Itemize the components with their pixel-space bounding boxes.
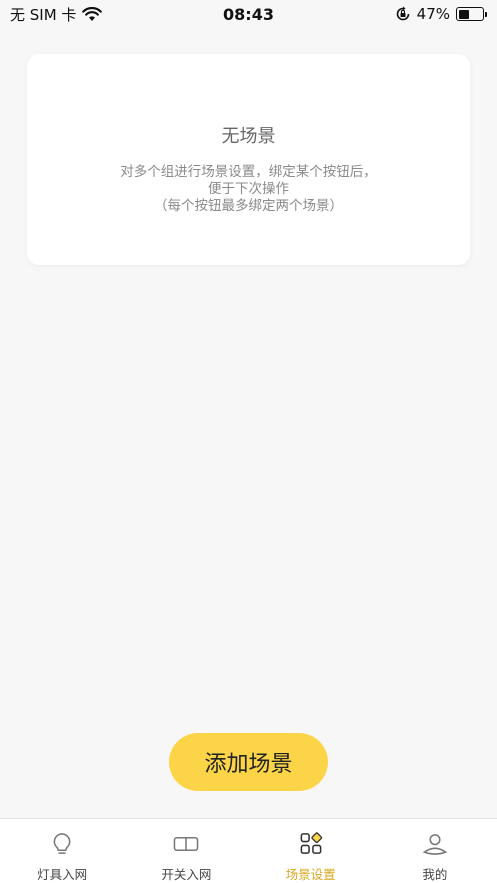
- lightbulb-icon: [53, 833, 71, 854]
- switch-icon: [174, 836, 199, 851]
- empty-state-title: 无场景: [221, 126, 276, 147]
- status-left: 无 SIM 卡: [10, 4, 103, 25]
- empty-state-card: 无场景 对多个组进行场景设置，绑定某个按钮后， 便于下次操作 （每个按钮最多绑定…: [27, 54, 470, 265]
- status-bar: 无 SIM 卡 08:43 47%: [0, 0, 497, 28]
- tab-label: 场景设置: [285, 867, 336, 882]
- user-icon: [422, 834, 448, 855]
- rotation-lock-icon: [396, 6, 409, 21]
- status-right: 47%: [395, 5, 487, 23]
- tab-label: 灯具入网: [37, 867, 88, 882]
- tab-scene-settings[interactable]: 场景设置: [249, 819, 373, 883]
- battery-percent: 47%: [416, 5, 450, 23]
- tab-label: 我的: [422, 867, 448, 882]
- tab-light-network[interactable]: 灯具入网: [0, 819, 124, 883]
- empty-desc-line-2: 便于下次操作: [208, 181, 289, 197]
- screen: 无 SIM 卡 08:43 47% 无场景 对多个组进行场景设置，绑定某个按钮后…: [0, 0, 497, 883]
- wifi-icon: [82, 6, 103, 21]
- tab-mine[interactable]: 我的: [373, 819, 497, 883]
- bottom-tab-bar: 灯具入网 开关入网 场景设置 我的: [0, 818, 497, 883]
- empty-desc-line-3: （每个按钮最多绑定两个场景）: [154, 198, 343, 214]
- empty-desc-line-1: 对多个组进行场景设置，绑定某个按钮后，: [120, 164, 377, 180]
- add-scene-button[interactable]: 添加场景: [169, 733, 328, 791]
- battery-fill: [458, 9, 470, 19]
- tab-label: 开关入网: [161, 867, 212, 882]
- carrier-label: 无 SIM 卡: [10, 5, 77, 24]
- empty-state-description: 对多个组进行场景设置，绑定某个按钮后， 便于下次操作 （每个按钮最多绑定两个场景…: [27, 164, 470, 215]
- tab-switch-network[interactable]: 开关入网: [124, 819, 248, 883]
- battery-icon: [456, 7, 487, 21]
- scene-grid-icon: [300, 832, 322, 854]
